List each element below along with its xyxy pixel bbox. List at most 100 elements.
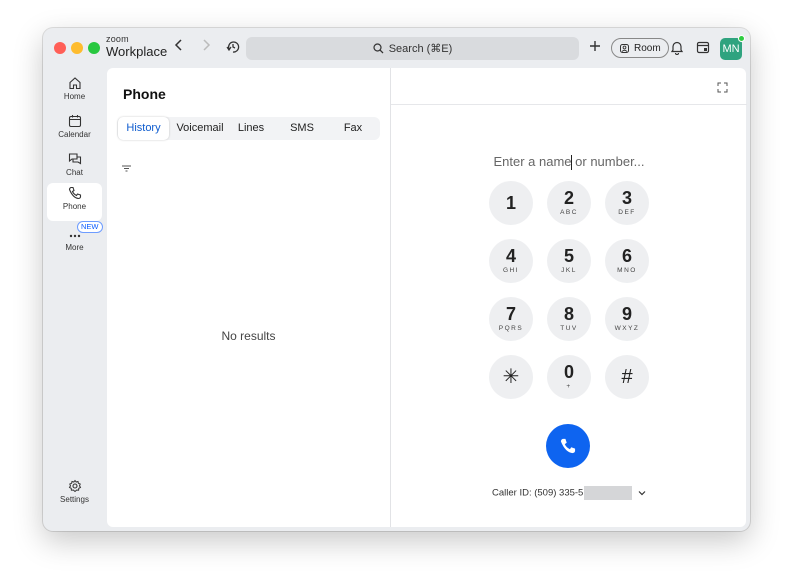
dial-input-placeholder: Enter a name or number... <box>493 154 645 171</box>
room-label: Room <box>634 42 661 54</box>
tab-sms[interactable]: SMS <box>283 117 321 140</box>
forward-button[interactable] <box>198 38 214 55</box>
search-label: Search (⌘E) <box>388 43 453 55</box>
sidebar-item-label: Home <box>63 92 86 101</box>
zoom-window: zoom Workplace Search (⌘E) Room MN Home … <box>43 28 750 531</box>
sidebar-item-label: Settings <box>60 495 89 504</box>
key-digit: 1 <box>505 193 516 213</box>
dial-number-input[interactable]: Enter a name or number... <box>391 154 747 171</box>
dial-key-star[interactable]: ✳ <box>489 355 533 399</box>
key-digit: 0 <box>563 362 574 382</box>
key-digit: 6 <box>621 246 632 266</box>
close-window-button[interactable] <box>54 42 66 54</box>
dial-key-9[interactable]: 9 WXYZ <box>605 297 649 341</box>
avatar[interactable]: MN <box>720 35 745 60</box>
back-button[interactable] <box>171 38 187 55</box>
key-digit: 7 <box>505 304 516 324</box>
sidebar-item-label: More <box>65 243 84 252</box>
dial-key-5[interactable]: 5 JKL <box>547 239 591 283</box>
calendar-icon <box>696 41 710 54</box>
key-digit: 2 <box>563 188 574 208</box>
phone-history-panel: Phone History Voicemail Lines SMS Fax No… <box>107 68 390 527</box>
history-icon <box>226 41 240 53</box>
search-icon <box>373 43 384 54</box>
dial-key-2[interactable]: 2 ABC <box>547 181 591 225</box>
key-letters: DEF <box>618 209 636 216</box>
dial-key-7[interactable]: 7 PQRS <box>489 297 533 341</box>
key-letters: PQRS <box>498 325 524 332</box>
key-letters: ABC <box>560 209 578 216</box>
key-digit: ✳ <box>502 366 520 388</box>
dialpad-panel: Enter a name or number... 1 2 ABC 3 DEF … <box>390 68 747 527</box>
tab-fax[interactable]: Fax <box>334 117 372 140</box>
brand-big: Workplace <box>106 44 168 59</box>
calendar-icon <box>68 115 81 128</box>
brand-small: zoom <box>106 34 129 44</box>
key-letters: JKL <box>561 267 577 274</box>
chevron-right-icon <box>203 39 211 51</box>
page-title: Phone <box>123 86 166 102</box>
gear-icon <box>68 479 81 493</box>
dial-key-0[interactable]: 0 + <box>547 355 591 399</box>
key-digit: 4 <box>505 246 516 266</box>
title-bar: zoom Workplace Search (⌘E) Room MN <box>43 28 750 68</box>
chevron-left-icon <box>174 39 182 51</box>
tab-voicemail[interactable]: Voicemail <box>173 117 227 140</box>
sidebar-item-label: Calendar <box>58 130 91 139</box>
dial-key-hash[interactable]: # <box>605 355 649 399</box>
expand-icon <box>717 82 728 93</box>
key-letters: MNO <box>617 267 637 274</box>
empty-state-text: No results <box>221 329 276 343</box>
sidebar-item-label: Chat <box>66 168 83 177</box>
minimize-window-button[interactable] <box>71 42 83 54</box>
chat-icon <box>68 153 81 165</box>
sidebar-item-calendar[interactable]: Calendar <box>47 111 102 148</box>
phone-icon <box>68 186 81 200</box>
key-digit: 5 <box>563 246 574 266</box>
online-status-indicator <box>738 35 745 42</box>
sidebar-item-settings[interactable]: Settings <box>47 476 102 513</box>
room-button[interactable]: Room <box>611 38 669 58</box>
key-digit: 8 <box>563 304 574 324</box>
filter-button[interactable] <box>122 159 131 177</box>
key-digit: 3 <box>621 188 632 208</box>
dial-key-4[interactable]: 4 GHI <box>489 239 533 283</box>
filter-icon <box>122 165 131 172</box>
home-icon <box>68 77 81 90</box>
zoom-window-button[interactable] <box>88 42 100 54</box>
phone-tabs: History Voicemail Lines SMS Fax <box>117 117 380 140</box>
key-letters: + <box>566 383 572 390</box>
sidebar-item-chat[interactable]: Chat <box>47 149 102 186</box>
chevron-down-icon <box>638 490 646 495</box>
expand-button[interactable] <box>717 80 728 98</box>
sidebar-item-phone[interactable]: Phone <box>47 183 102 221</box>
dial-key-3[interactable]: 3 DEF <box>605 181 649 225</box>
search-bar[interactable]: Search (⌘E) <box>246 37 579 60</box>
key-letters: WXYZ <box>614 325 640 332</box>
app-logo: zoom Workplace <box>106 34 168 59</box>
dial-key-6[interactable]: 6 MNO <box>605 239 649 283</box>
key-digit: # <box>621 366 633 388</box>
call-button[interactable] <box>546 424 590 468</box>
calendar-shortcut-button[interactable] <box>696 40 710 59</box>
divider <box>391 104 747 105</box>
text-caret <box>570 155 572 171</box>
room-icon <box>620 43 629 53</box>
bell-icon <box>670 41 684 55</box>
plus-icon <box>590 41 600 51</box>
new-badge: NEW <box>77 221 103 233</box>
history-button[interactable] <box>225 40 241 58</box>
dial-key-1[interactable]: 1 <box>489 181 533 225</box>
sidebar-item-more[interactable]: NEW More <box>47 221 103 261</box>
sidebar-item-home[interactable]: Home <box>47 73 102 110</box>
notifications-button[interactable] <box>670 40 684 60</box>
sidebar-item-label: Phone <box>62 202 87 211</box>
caller-id-label: Caller ID: (509) 335-5 <box>492 487 584 499</box>
tab-lines[interactable]: Lines <box>231 117 271 140</box>
redacted-number <box>584 486 633 500</box>
caller-id-selector[interactable]: Caller ID: (509) 335-5 <box>391 486 747 500</box>
new-button[interactable] <box>589 37 601 57</box>
tab-history[interactable]: History <box>118 117 169 140</box>
avatar-initials: MN <box>722 43 740 55</box>
dial-key-8[interactable]: 8 TUV <box>547 297 591 341</box>
